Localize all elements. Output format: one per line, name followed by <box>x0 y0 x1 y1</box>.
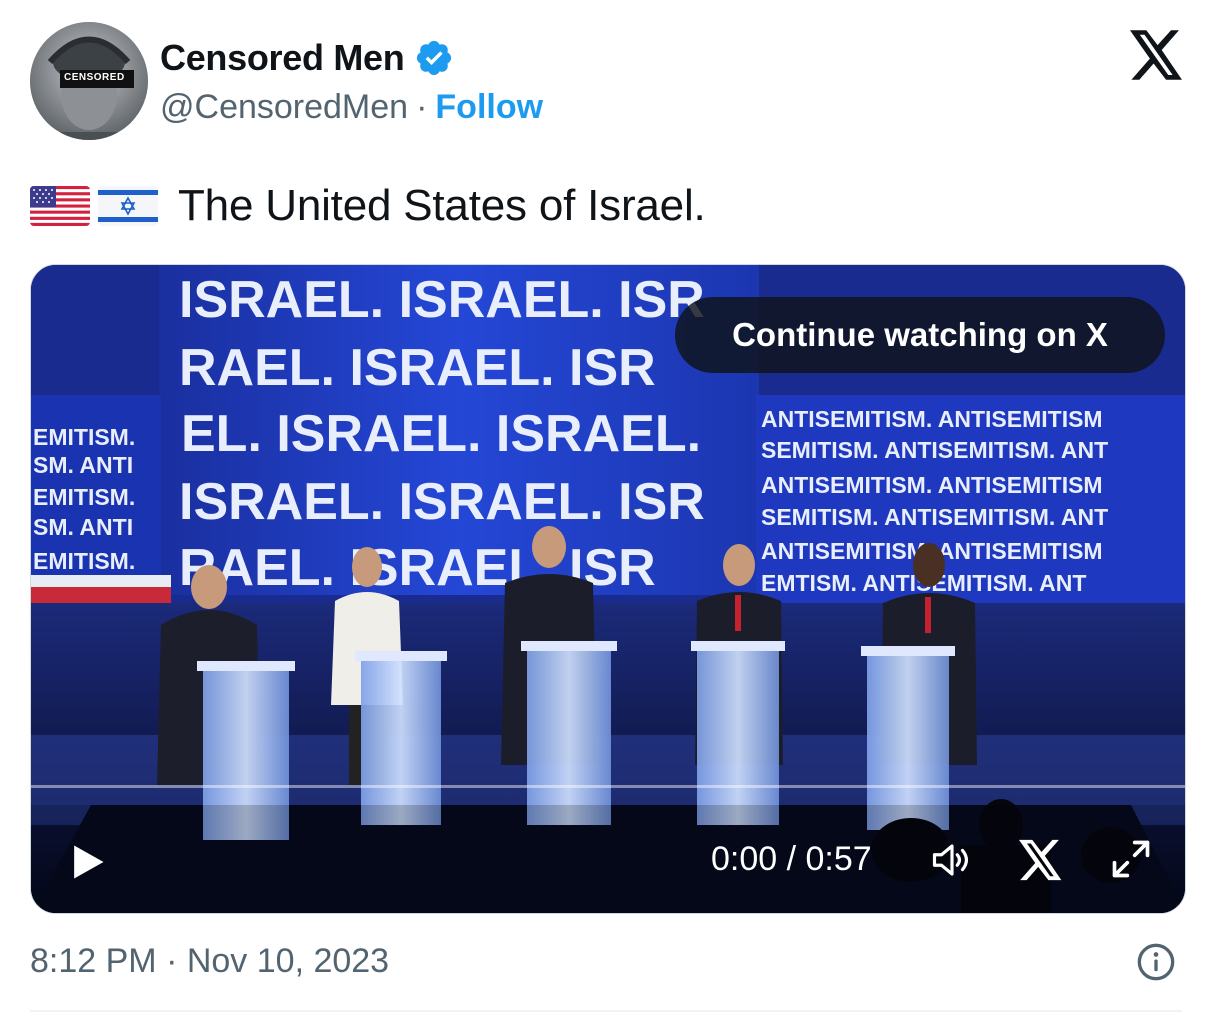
follow-button[interactable]: Follow <box>435 88 543 127</box>
us-flag-emoji <box>30 186 90 226</box>
play-icon[interactable] <box>65 839 109 885</box>
screen-anti-line-1: ANTISEMITISM. ANTISEMITISM <box>761 406 1103 432</box>
tweet-text-row: The United States of Israel. <box>30 178 706 234</box>
x-logo-icon[interactable] <box>1019 839 1063 881</box>
fullscreen-icon[interactable] <box>1109 837 1153 881</box>
author-handle[interactable]: @CensoredMen <box>160 88 408 127</box>
avatar-censored-badge: CENSORED <box>64 72 125 83</box>
screen-left-line-4b: SM. ANTI <box>33 514 133 540</box>
video-time: 0:00 / 0:57 <box>711 840 872 878</box>
video-progress-bar[interactable] <box>31 785 1185 788</box>
author-display-name[interactable]: Censored Men <box>160 37 405 79</box>
screen-left-line-3: EMITISM. <box>33 484 135 510</box>
tweet-timestamp[interactable]: 8:12 PM · Nov 10, 2023 <box>30 942 389 981</box>
handle-separator: · <box>416 88 428 126</box>
video-player[interactable]: ISRAEL. ISRAEL. ISR RAEL. ISRAEL. ISR EL… <box>30 264 1186 914</box>
screen-israel-line-1: ISRAEL. ISRAEL. ISR <box>179 271 705 329</box>
author-avatar[interactable]: CENSORED <box>30 22 148 140</box>
verified-badge-icon <box>417 40 452 76</box>
tweet-text: The United States of Israel. <box>178 181 706 230</box>
tweet-divider <box>30 1010 1182 1012</box>
info-icon[interactable] <box>1136 942 1176 982</box>
screen-left-line-5: EMITISM. <box>33 548 135 574</box>
volume-icon[interactable] <box>929 839 975 881</box>
screen-israel-line-2: RAEL. ISRAEL. ISR <box>179 339 656 397</box>
continue-watching-button[interactable]: Continue watching on X <box>675 297 1165 373</box>
screen-israel-line-3: EL. ISRAEL. ISRAEL. <box>181 405 701 463</box>
israel-flag-emoji <box>98 186 158 226</box>
screen-anti-line-4: SEMITISM. ANTISEMITISM. ANT <box>761 504 1108 530</box>
screen-left-line-2: SM. ANTI <box>33 452 133 478</box>
screen-anti-line-2: SEMITISM. ANTISEMITISM. ANT <box>761 437 1108 463</box>
x-logo-icon[interactable] <box>1130 30 1184 80</box>
screen-left-line-1: EMITISM. <box>33 424 135 450</box>
author-name-row: Censored Men <box>160 36 454 80</box>
screen-anti-line-3: ANTISEMITISM. ANTISEMITISM <box>761 472 1103 498</box>
author-handle-row: @CensoredMen · Follow <box>160 88 543 127</box>
